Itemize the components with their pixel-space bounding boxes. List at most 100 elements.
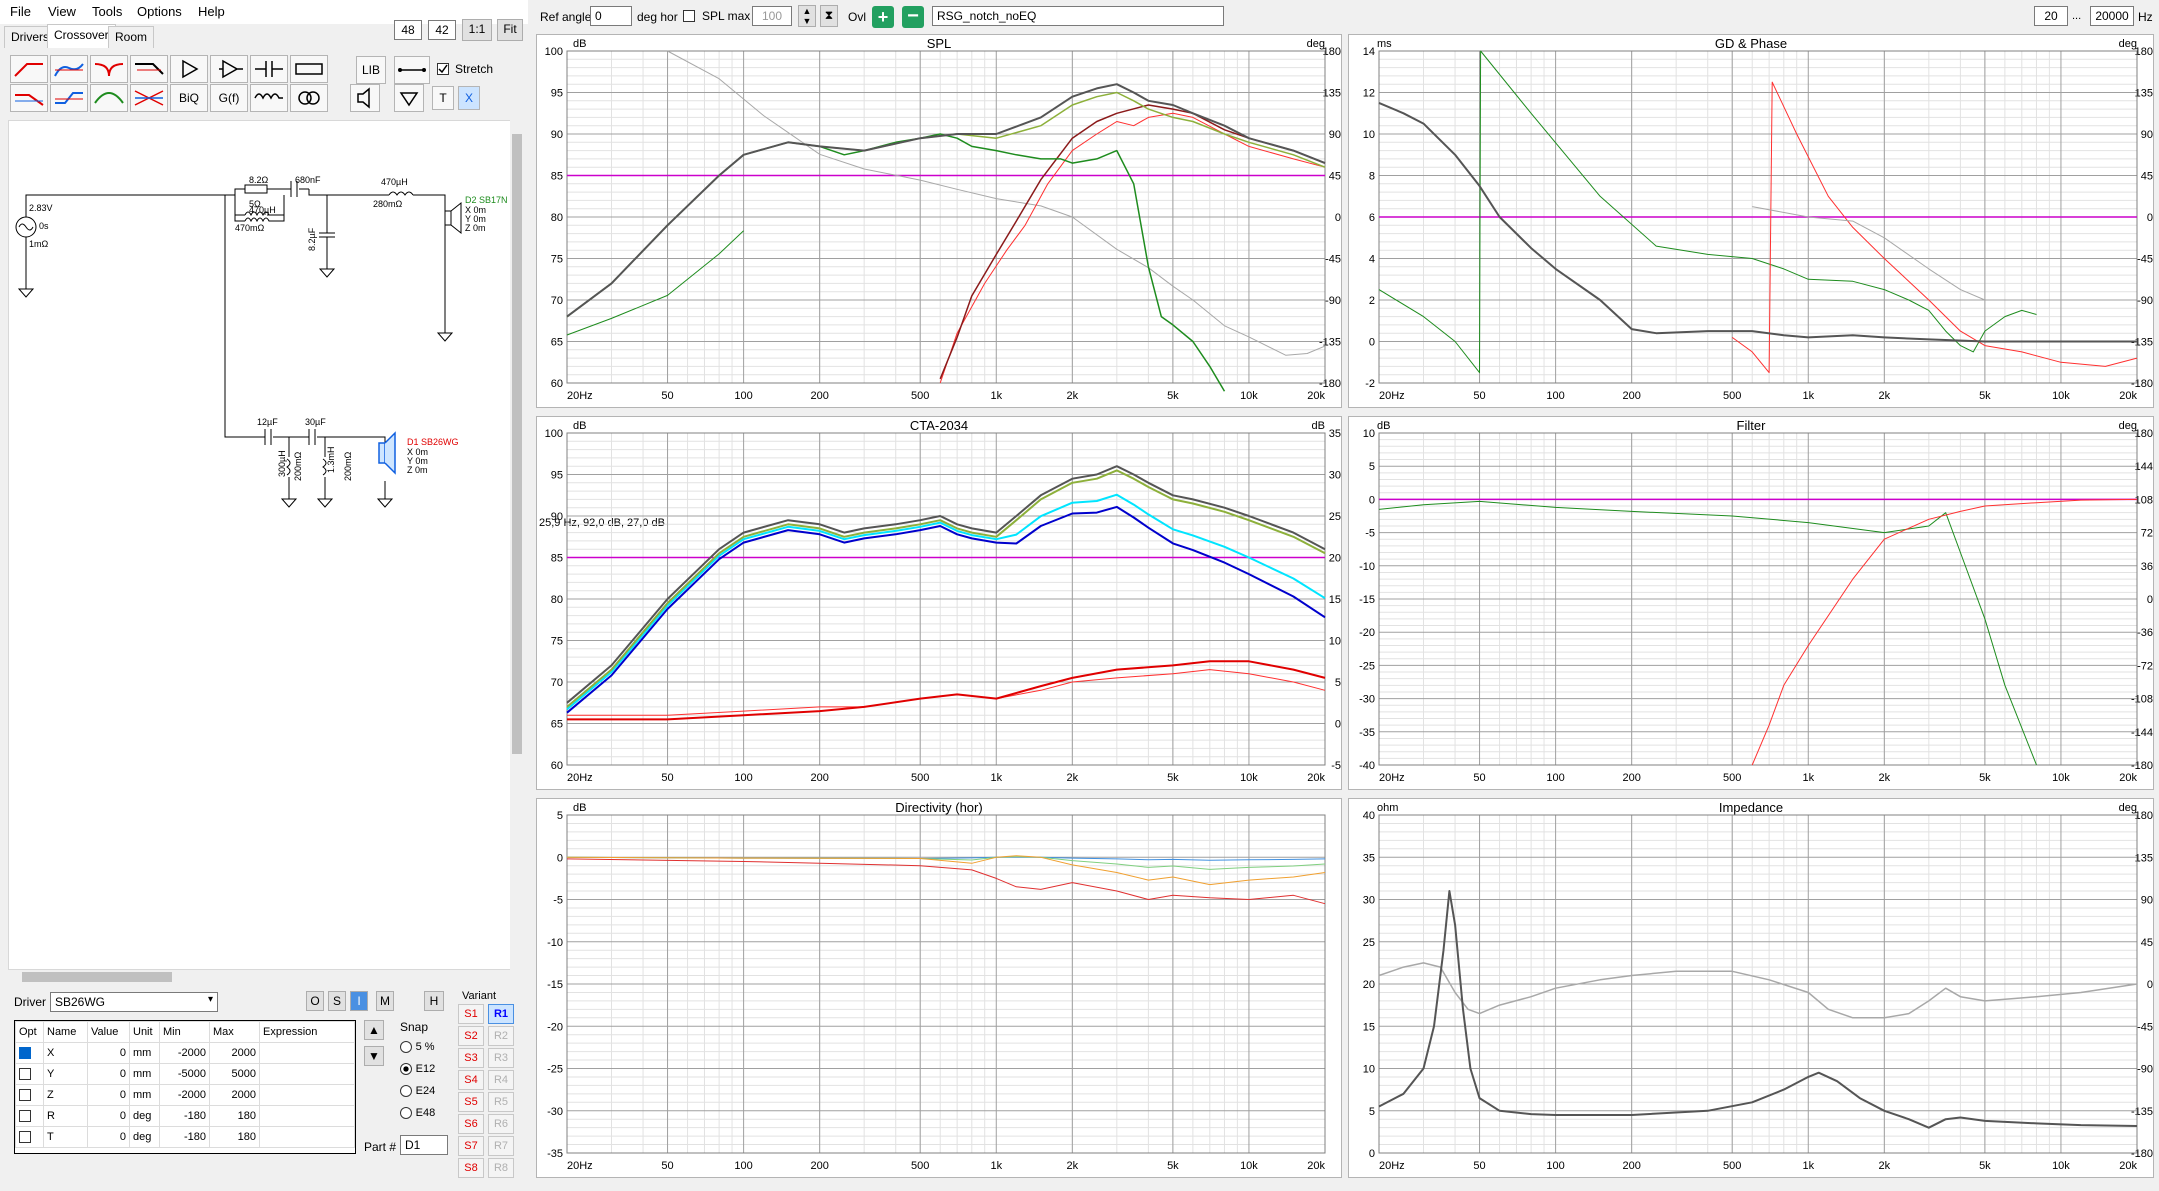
wire-icon[interactable] bbox=[394, 56, 430, 84]
cta2034-graph[interactable]: CTA-2034 dB dB 25,9 Hz, 92,0 dB, 27,0 dB… bbox=[536, 416, 1342, 790]
hourglass-button[interactable]: ⧗ bbox=[820, 5, 838, 27]
part-number-field[interactable]: D1 bbox=[400, 1135, 448, 1155]
spl-max-field[interactable]: 100 bbox=[752, 6, 792, 26]
resistor-icon[interactable] bbox=[290, 55, 328, 83]
variant-r8-button[interactable]: R8 bbox=[488, 1158, 514, 1178]
param-value[interactable]: 0 bbox=[87, 1063, 130, 1085]
menu-options[interactable]: Options bbox=[137, 4, 182, 19]
variant-s5-button[interactable]: S5 bbox=[458, 1092, 484, 1112]
mode-h-button[interactable]: H bbox=[424, 991, 444, 1011]
variant-r5-button[interactable]: R5 bbox=[488, 1092, 514, 1112]
shelf-filter-icon[interactable] bbox=[50, 84, 88, 112]
mode-s-button[interactable]: S bbox=[328, 991, 346, 1011]
highpass-filter-icon[interactable] bbox=[10, 55, 48, 83]
stretch-checkbox[interactable] bbox=[437, 63, 449, 75]
remove-overlay-icon[interactable]: − bbox=[902, 6, 924, 28]
variant-r2-button[interactable]: R2 bbox=[488, 1026, 514, 1046]
schematic-canvas[interactable]: 2.83V 0s 1mΩ 8.2Ω 680nF 470µH 280mΩ 5Ω 4… bbox=[8, 120, 516, 970]
menu-tools[interactable]: Tools bbox=[92, 4, 122, 19]
schematic-vertical-scrollbar[interactable] bbox=[510, 120, 524, 970]
param-expression[interactable] bbox=[259, 1042, 355, 1064]
spl-max-checkbox[interactable] bbox=[683, 10, 695, 22]
zoom-1to1-button[interactable]: 1:1 bbox=[462, 19, 492, 41]
lowpass-filter-icon[interactable] bbox=[10, 84, 48, 112]
gf-button[interactable]: G(f) bbox=[210, 84, 248, 112]
param-min[interactable]: -180 bbox=[159, 1105, 210, 1127]
mode-o-button[interactable]: O bbox=[306, 991, 324, 1011]
spl-graph[interactable]: SPL dB deg 20Hz 50 100 200 500 1k 2k 5k 10k 20k 10… bbox=[536, 34, 1342, 408]
crossed-filter-icon[interactable] bbox=[130, 84, 168, 112]
gd-phase-graph[interactable]: GD & Phase ms deg 20Hz 50 100 200 500 1k 2k 5k 1… bbox=[1348, 34, 2154, 408]
overlay-name-field[interactable]: RSG_notch_noEQ bbox=[932, 6, 1224, 26]
zoom-fit-button[interactable]: Fit bbox=[497, 19, 523, 41]
param-max[interactable]: 180 bbox=[209, 1126, 260, 1148]
param-expression[interactable] bbox=[259, 1126, 355, 1148]
mode-m-button[interactable]: M bbox=[376, 991, 394, 1011]
amplifier-icon[interactable] bbox=[170, 55, 208, 83]
param-max[interactable]: 2000 bbox=[209, 1042, 260, 1064]
ref-angle-field[interactable]: 0 bbox=[590, 6, 632, 26]
move-up-button[interactable]: ▲ bbox=[364, 1020, 384, 1040]
opt-checkbox[interactable] bbox=[19, 1047, 31, 1060]
param-value[interactable]: 0 bbox=[87, 1126, 130, 1148]
zoom-width-field[interactable]: 48 bbox=[394, 20, 422, 40]
opt-checkbox[interactable] bbox=[19, 1110, 31, 1123]
snap-option[interactable]: E48 bbox=[400, 1104, 435, 1119]
x-button[interactable]: X bbox=[458, 86, 480, 110]
variant-r4-button[interactable]: R4 bbox=[488, 1070, 514, 1090]
tab-room[interactable]: Room bbox=[108, 26, 155, 48]
ground-icon[interactable] bbox=[394, 84, 424, 112]
param-value[interactable]: 0 bbox=[87, 1042, 130, 1064]
param-max[interactable]: 180 bbox=[209, 1105, 260, 1127]
variant-r1-button[interactable]: R1 bbox=[488, 1004, 514, 1024]
snap-option[interactable]: E12 bbox=[400, 1060, 435, 1075]
param-min[interactable]: -5000 bbox=[159, 1063, 210, 1085]
opt-checkbox[interactable] bbox=[19, 1131, 31, 1144]
transformer-icon[interactable] bbox=[290, 84, 328, 112]
variant-s3-button[interactable]: S3 bbox=[458, 1048, 484, 1068]
param-min[interactable]: -2000 bbox=[159, 1084, 210, 1106]
freq-max-field[interactable]: 20000 bbox=[2090, 6, 2134, 26]
horizontal-scroll-thumb[interactable] bbox=[22, 972, 172, 982]
library-button[interactable]: LIB bbox=[356, 56, 386, 84]
add-overlay-icon[interactable]: + bbox=[872, 6, 894, 28]
vertical-scroll-thumb[interactable] bbox=[512, 134, 522, 754]
param-value[interactable]: 0 bbox=[87, 1105, 130, 1127]
text-button[interactable]: T bbox=[432, 86, 454, 110]
allpass-filter-icon[interactable] bbox=[50, 55, 88, 83]
spl-max-stepper[interactable]: ▲ ▼ bbox=[798, 5, 816, 27]
variant-s7-button[interactable]: S7 bbox=[458, 1136, 484, 1156]
variant-s6-button[interactable]: S6 bbox=[458, 1114, 484, 1134]
inductor-icon[interactable] bbox=[250, 84, 288, 112]
move-down-button[interactable]: ▼ bbox=[364, 1046, 384, 1066]
driver-select[interactable]: SB26WG ▾ bbox=[50, 992, 218, 1012]
lowpass-step-icon[interactable] bbox=[130, 55, 168, 83]
filter-graph[interactable]: Filter dB deg 20Hz 50 100 200 500 1k 2k 5k 10k 20… bbox=[1348, 416, 2154, 790]
opt-checkbox[interactable] bbox=[19, 1068, 31, 1081]
menu-view[interactable]: View bbox=[48, 4, 76, 19]
param-value[interactable]: 0 bbox=[87, 1084, 130, 1106]
snap-option[interactable]: E24 bbox=[400, 1082, 435, 1097]
param-max[interactable]: 2000 bbox=[209, 1084, 260, 1106]
tab-crossover[interactable]: Crossover bbox=[47, 24, 116, 48]
schematic-horizontal-scrollbar[interactable] bbox=[8, 970, 510, 984]
variant-s1-button[interactable]: S1 bbox=[458, 1004, 484, 1024]
capacitor-icon[interactable] bbox=[250, 55, 288, 83]
param-max[interactable]: 5000 bbox=[209, 1063, 260, 1085]
notch-filter-icon[interactable] bbox=[90, 55, 128, 83]
variant-s4-button[interactable]: S4 bbox=[458, 1070, 484, 1090]
menu-file[interactable]: File bbox=[10, 4, 31, 19]
peak-filter-icon[interactable] bbox=[90, 84, 128, 112]
buffer-amp-icon[interactable] bbox=[210, 55, 248, 83]
param-min[interactable]: -180 bbox=[159, 1126, 210, 1148]
zoom-height-field[interactable]: 42 bbox=[428, 20, 456, 40]
opt-checkbox[interactable] bbox=[19, 1089, 31, 1102]
variant-r7-button[interactable]: R7 bbox=[488, 1136, 514, 1156]
directivity-graph[interactable]: Directivity (hor) dB 20Hz 50 100 200 500 1k 2k… bbox=[536, 798, 1342, 1178]
variant-s2-button[interactable]: S2 bbox=[458, 1026, 484, 1046]
variant-r3-button[interactable]: R3 bbox=[488, 1048, 514, 1068]
speaker-icon[interactable] bbox=[350, 84, 380, 112]
param-expression[interactable] bbox=[259, 1105, 355, 1127]
biquad-button[interactable]: BiQ bbox=[170, 84, 208, 112]
impedance-graph[interactable]: Impedance ohm deg 20Hz 50 100 200 500 1k 2k 5k 1… bbox=[1348, 798, 2154, 1178]
